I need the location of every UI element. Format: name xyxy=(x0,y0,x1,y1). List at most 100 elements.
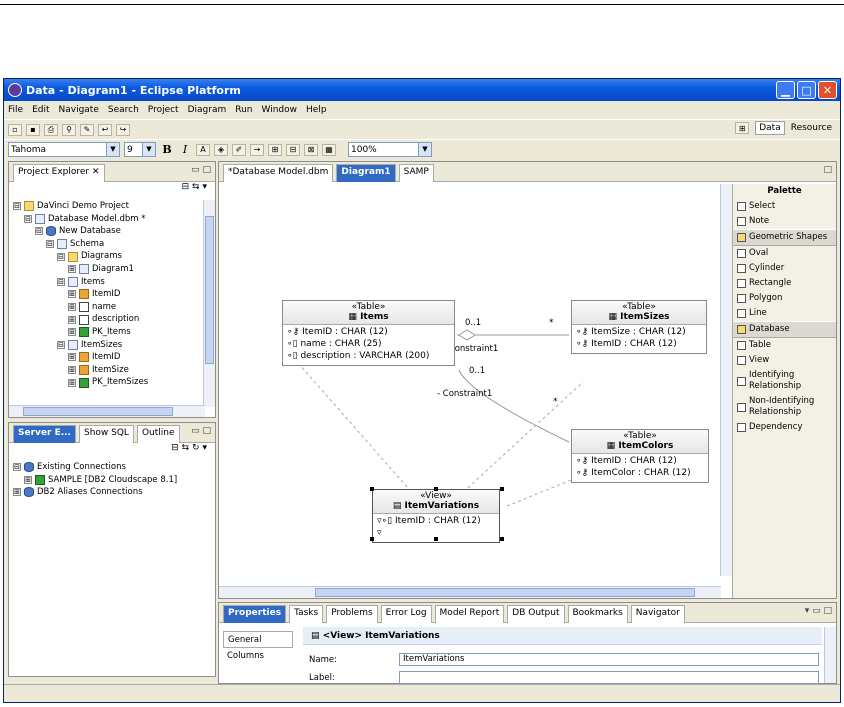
tree-item[interactable]: ⊞ PK_Items xyxy=(13,326,215,339)
menu-item-diagram[interactable]: Diagram xyxy=(188,105,227,115)
refresh-icon[interactable]: ↻ xyxy=(192,443,200,453)
expand-icon[interactable]: ⊞ xyxy=(68,265,76,274)
link-editor-icon[interactable]: ⇆ xyxy=(192,182,200,192)
tab-error-log[interactable]: Error Log xyxy=(380,604,432,623)
expand-icon[interactable]: ⊞ xyxy=(24,475,32,484)
menu-item-edit[interactable]: Edit xyxy=(32,105,49,115)
zoom-combo[interactable]: 100% ▼ xyxy=(348,142,432,157)
palette-item[interactable]: Table xyxy=(733,338,836,353)
selection-handle[interactable] xyxy=(370,487,374,491)
collapse-icon[interactable]: ⊟ xyxy=(46,240,54,249)
explorer-vscrollbar[interactable] xyxy=(203,200,215,407)
arrow-style-icon[interactable]: → xyxy=(250,143,264,156)
tab-tasks[interactable]: Tasks xyxy=(289,604,324,623)
palette-item[interactable]: Geometric Shapes xyxy=(733,229,836,246)
arrange-icon[interactable]: ⊞ xyxy=(268,143,282,156)
search-icon[interactable]: ⚲ xyxy=(62,123,76,136)
scroll-thumb[interactable] xyxy=(23,407,173,416)
tab-properties[interactable]: Properties xyxy=(223,604,287,623)
line-color-icon[interactable]: ✐ xyxy=(232,143,246,156)
expand-icon[interactable]: ⊞ xyxy=(68,328,76,337)
tree-item[interactable]: ⊞ SAMPLE [DB2 Cloudscape 8.1] xyxy=(13,474,215,487)
tree-item[interactable]: ⊞ ItemID xyxy=(13,288,215,301)
properties-tab-columns[interactable]: Columns xyxy=(223,648,293,665)
palette-item[interactable]: Cylinder xyxy=(733,261,836,276)
tab-problems[interactable]: Problems xyxy=(326,604,378,623)
menu-item-file[interactable]: File xyxy=(8,105,23,115)
items-table-node[interactable]: «Table» ▦ Items ∘⚷ ItemID : CHAR (12) ∘▯ … xyxy=(282,300,455,366)
tree-item[interactable]: ⊟ Diagrams xyxy=(13,250,215,263)
collapse-icon[interactable]: ⊟ xyxy=(24,214,32,223)
tree-item[interactable]: ⊟ Database Model.dbm * xyxy=(13,213,215,226)
selection-handle[interactable] xyxy=(500,537,504,541)
tree-item[interactable]: ⊞ description xyxy=(13,313,215,326)
minimize-maximize-icon[interactable]: ▭ □ xyxy=(191,165,211,175)
tree-item[interactable]: ⊞ name xyxy=(13,301,215,314)
maximize-button[interactable]: □ xyxy=(797,81,816,99)
minimize-button[interactable]: ▁ xyxy=(776,81,795,99)
expand-icon[interactable]: ⊞ xyxy=(68,315,76,324)
label-field[interactable] xyxy=(399,671,819,684)
save-icon[interactable]: ▪ xyxy=(26,123,40,136)
back-icon[interactable]: ↩ xyxy=(98,123,112,136)
palette-item[interactable]: Line xyxy=(733,306,836,321)
scroll-thumb[interactable] xyxy=(205,216,214,364)
new-icon[interactable]: ▫ xyxy=(8,123,22,136)
tab-diagram1[interactable]: Diagram1 xyxy=(336,163,396,182)
itemvariations-view-node[interactable]: «View» ▤ ItemVariations ▿∘▯ ItemID : CHAR… xyxy=(372,489,500,543)
print-icon[interactable]: ⎙ xyxy=(44,123,58,136)
collapse-icon[interactable]: ⊟ xyxy=(57,340,65,349)
palette-item[interactable]: Dependency xyxy=(733,420,836,435)
tab-show-sql[interactable]: Show SQL xyxy=(78,424,134,443)
font-family-combo[interactable]: Tahoma ▼ xyxy=(8,142,120,157)
tree-item[interactable]: ⊟ Schema xyxy=(13,238,215,251)
minimize-maximize-icon[interactable]: ▭ □ xyxy=(191,426,211,436)
edit-icon[interactable]: ✎ xyxy=(80,123,94,136)
tree-item[interactable]: ⊞ PK_ItemSizes xyxy=(13,376,215,389)
palette-item[interactable]: Database xyxy=(733,321,836,338)
bold-button[interactable]: B xyxy=(160,143,174,156)
palette-item[interactable]: View xyxy=(733,353,836,368)
tab-outline[interactable]: Outline xyxy=(136,424,180,443)
tab-model-report[interactable]: Model Report xyxy=(434,604,505,623)
diagram-canvas[interactable]: 0..1 * - Constraint1 0..1 - Constraint1 … xyxy=(219,184,732,598)
expand-icon[interactable]: ⊞ xyxy=(68,303,76,312)
resource-perspective-button[interactable]: Resource xyxy=(791,123,832,133)
collapse-icon[interactable]: ⊟ xyxy=(13,463,21,472)
tab-navigator[interactable]: Navigator xyxy=(630,604,685,623)
explorer-hscrollbar[interactable] xyxy=(9,405,205,417)
expand-icon[interactable]: ⊞ xyxy=(68,290,76,299)
properties-tab-general[interactable]: General xyxy=(223,631,293,648)
tab-database-model-dbm[interactable]: *Database Model.dbm xyxy=(223,163,334,182)
collapse-icon[interactable]: ⊟ xyxy=(57,277,65,286)
project-explorer-tab[interactable]: Project Explorer ✕ xyxy=(13,163,105,182)
palette-item[interactable]: Select xyxy=(733,199,836,214)
minimize-maximize-icon[interactable]: □ xyxy=(823,165,832,175)
menu-item-run[interactable]: Run xyxy=(235,105,252,115)
italic-button[interactable]: I xyxy=(178,143,192,156)
expand-icon[interactable]: ⊞ xyxy=(68,366,76,375)
menu-item-search[interactable]: Search xyxy=(108,105,139,115)
tree-item[interactable]: ⊞ Diagram1 xyxy=(13,263,215,276)
menu-item-navigate[interactable]: Navigate xyxy=(59,105,99,115)
selection-handle[interactable] xyxy=(434,487,438,491)
name-field[interactable]: ItemVariations xyxy=(399,653,819,666)
expand-icon[interactable]: ⊞ xyxy=(13,488,21,497)
itemsizes-table-node[interactable]: «Table» ▦ ItemSizes ∘⚷ ItemSize : CHAR (1… xyxy=(571,300,707,354)
menu-item-project[interactable]: Project xyxy=(148,105,179,115)
palette-item[interactable]: Identifying Relationship xyxy=(733,368,836,394)
fill-color-icon[interactable]: ◈ xyxy=(214,143,228,156)
tree-item[interactable]: ⊞ ItemSize xyxy=(13,364,215,377)
close-button[interactable]: ✕ xyxy=(818,81,837,99)
canvas-hscrollbar[interactable] xyxy=(219,586,721,598)
tab-samp[interactable]: SAMP xyxy=(398,163,434,182)
connect-icon[interactable]: ⇆ xyxy=(182,443,190,453)
collapse-icon[interactable]: ⊟ xyxy=(13,202,21,211)
font-size-combo[interactable]: 9 ▼ xyxy=(124,142,156,157)
tab-bookmarks[interactable]: Bookmarks xyxy=(567,604,628,623)
minimize-maximize-icon[interactable]: ▾ ▭ □ xyxy=(805,606,832,616)
palette-item[interactable]: Note xyxy=(733,214,836,229)
itemcolors-table-node[interactable]: «Table» ▦ ItemColors ∘⚷ ItemID : CHAR (12… xyxy=(571,429,709,483)
forward-icon[interactable]: ↪ xyxy=(116,123,130,136)
font-color-icon[interactable]: A xyxy=(196,143,210,156)
